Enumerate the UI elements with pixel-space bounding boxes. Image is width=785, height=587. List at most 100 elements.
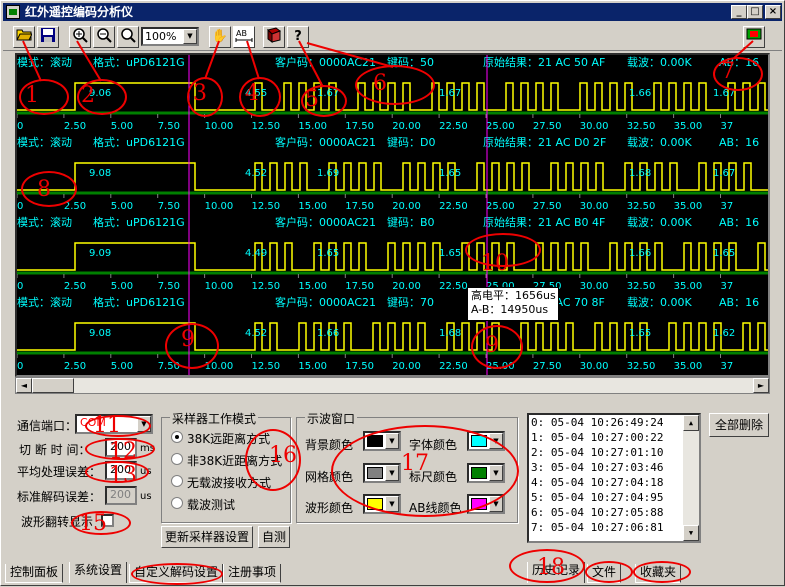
ruler-label: 30.00: [580, 201, 609, 212]
track-key: 键码：B0: [387, 215, 435, 229]
history-item[interactable]: 7: 05-04 10:27:06:81: [529, 520, 699, 535]
ruler-label: 17.50: [345, 361, 374, 372]
minimize-button[interactable]: _: [731, 5, 747, 19]
ruler-label: 2.50: [64, 121, 86, 132]
ruler-label: 15.00: [298, 201, 327, 212]
ruler-label: 22.50: [439, 361, 468, 372]
hand-tool-button[interactable]: ✋: [209, 26, 231, 48]
ruler-label: 17.50: [345, 281, 374, 292]
help-button[interactable]: ?: [287, 26, 309, 48]
app-window: 红外遥控编码分析仪 _ □ × 100% ▼ ✋ AB ? 模式：滚动 格式：u…: [0, 0, 785, 586]
zoom-select[interactable]: 100% ▼: [141, 27, 199, 46]
zoom-in-icon: [73, 28, 88, 43]
hand-icon: ✋: [211, 29, 229, 44]
ruler-label: 25.00: [486, 201, 515, 212]
history-item[interactable]: 0: 05-04 10:26:49:24: [529, 415, 699, 430]
save-button[interactable]: [37, 26, 59, 48]
window-title: 红外遥控编码分析仪: [25, 5, 134, 19]
track-raw: 原始结果：21 AC D0 2F: [483, 135, 606, 149]
waveform-trace: [17, 242, 768, 271]
scroll-left-button[interactable]: ◄: [16, 378, 32, 393]
ruler-label: 17.50: [345, 201, 374, 212]
ruler-label: 37: [721, 361, 734, 372]
history-item[interactable]: 1: 05-04 10:27:00:22: [529, 430, 699, 445]
pulse-width-label: 1.65: [629, 328, 651, 339]
zoom-out-button[interactable]: [93, 26, 115, 48]
pulse-width-label: 4.52: [245, 168, 267, 179]
pulse-width-label: 1.67: [439, 88, 461, 99]
title-bar[interactable]: 红外遥控编码分析仪 _ □ ×: [3, 3, 782, 21]
maximize-button[interactable]: □: [747, 5, 763, 19]
book-icon: [267, 27, 282, 43]
update-sampler-button[interactable]: 更新采样器设置: [161, 526, 253, 548]
tooltip-ab-distance: A-B：14950us: [471, 303, 549, 316]
sampler-mode-title: 采样器工作模式: [170, 410, 259, 427]
radio-non38k-near[interactable]: [171, 453, 183, 465]
cutoff-label: 切 断 时 间：: [19, 443, 91, 457]
ruler-label: 0: [17, 281, 23, 292]
book-button[interactable]: [263, 26, 285, 48]
track-ab: AB：16: [719, 136, 759, 149]
measurement-tooltip: 高电平：1656us A-B：14950us: [467, 287, 559, 321]
tab-control-panel[interactable]: 控制面板: [5, 564, 64, 583]
ruler-label: 37: [721, 201, 734, 212]
ruler-label: 5.00: [111, 361, 133, 372]
zoom-fit-button[interactable]: [117, 26, 139, 48]
pulse-width-label: 4.52: [245, 328, 267, 339]
ruler-label: 2.50: [64, 361, 86, 372]
ruler-label: 25.00: [486, 121, 515, 132]
pulse-width-label: 4.49: [245, 248, 267, 259]
open-button[interactable]: [13, 26, 35, 48]
pulse-width-label: 1.68: [439, 328, 461, 339]
ab-measure-button[interactable]: AB: [233, 26, 255, 48]
history-item[interactable]: 4: 05-04 10:27:04:18: [529, 475, 699, 490]
scroll-down-button[interactable]: ▼: [683, 525, 699, 541]
pulse-width-label: 1.66: [629, 88, 651, 99]
chevron-down-icon[interactable]: ▼: [183, 29, 197, 44]
scope-window-title: 示波窗口: [305, 410, 358, 427]
ruler-label: 30.00: [580, 121, 609, 132]
annotation-number: 3: [193, 81, 207, 106]
scroll-right-button[interactable]: ►: [753, 378, 769, 393]
ruler-label: 27.50: [533, 121, 562, 132]
selftest-button[interactable]: 自测: [258, 526, 290, 548]
radio-38k-far[interactable]: [171, 431, 183, 443]
history-scrollbar[interactable]: ▲ ▼: [683, 415, 699, 541]
annotation-number: 8: [37, 177, 51, 202]
ruler-label: 37: [721, 281, 734, 292]
history-item[interactable]: 5: 05-04 10:27:04:95: [529, 490, 699, 505]
history-item[interactable]: 3: 05-04 10:27:03:46: [529, 460, 699, 475]
tab-registration[interactable]: 注册事项: [223, 564, 282, 583]
ruler-label: 12.50: [252, 121, 281, 132]
annotation-circle: [355, 65, 435, 105]
close-button[interactable]: ×: [765, 5, 781, 19]
ruler-label: 22.50: [439, 201, 468, 212]
annotation-number: 17: [401, 451, 429, 476]
annotation-number: 16: [269, 443, 297, 468]
ruler-label: 30.00: [580, 281, 609, 292]
track-format: 格式：uPD6121G: [93, 55, 185, 69]
scroll-thumb[interactable]: [32, 378, 74, 393]
ruler-label: 5.00: [111, 121, 133, 132]
radio-carrier-test[interactable]: [171, 497, 183, 509]
pulse-width-label: 9.09: [89, 248, 111, 259]
exit-button[interactable]: [743, 26, 765, 48]
pulse-width-label: 1.66: [629, 248, 651, 259]
waveform-scrollbar[interactable]: ◄ ►: [15, 377, 770, 394]
history-list[interactable]: 0: 05-04 10:26:49:24 1: 05-04 10:27:00:22…: [527, 413, 701, 543]
ruler-label: 35.00: [674, 281, 703, 292]
history-item[interactable]: 6: 05-04 10:27:05:88: [529, 505, 699, 520]
ruler-label: 15.00: [298, 121, 327, 132]
tab-system-settings[interactable]: 系统设置: [69, 562, 128, 583]
delete-all-button[interactable]: 全部删除: [709, 413, 769, 437]
pulse-width-label: 9.08: [89, 328, 111, 339]
scroll-up-button[interactable]: ▲: [683, 415, 699, 431]
std-error-input: 200: [105, 486, 137, 505]
annotation-number: 1: [25, 83, 39, 108]
radio-no-carrier[interactable]: [171, 475, 183, 487]
history-item[interactable]: 2: 05-04 10:27:01:10: [529, 445, 699, 460]
annotation-number: 10: [481, 251, 509, 276]
ruler-label: 7.50: [158, 121, 180, 132]
ruler-label: 12.50: [252, 281, 281, 292]
zoom-in-button[interactable]: [69, 26, 91, 48]
